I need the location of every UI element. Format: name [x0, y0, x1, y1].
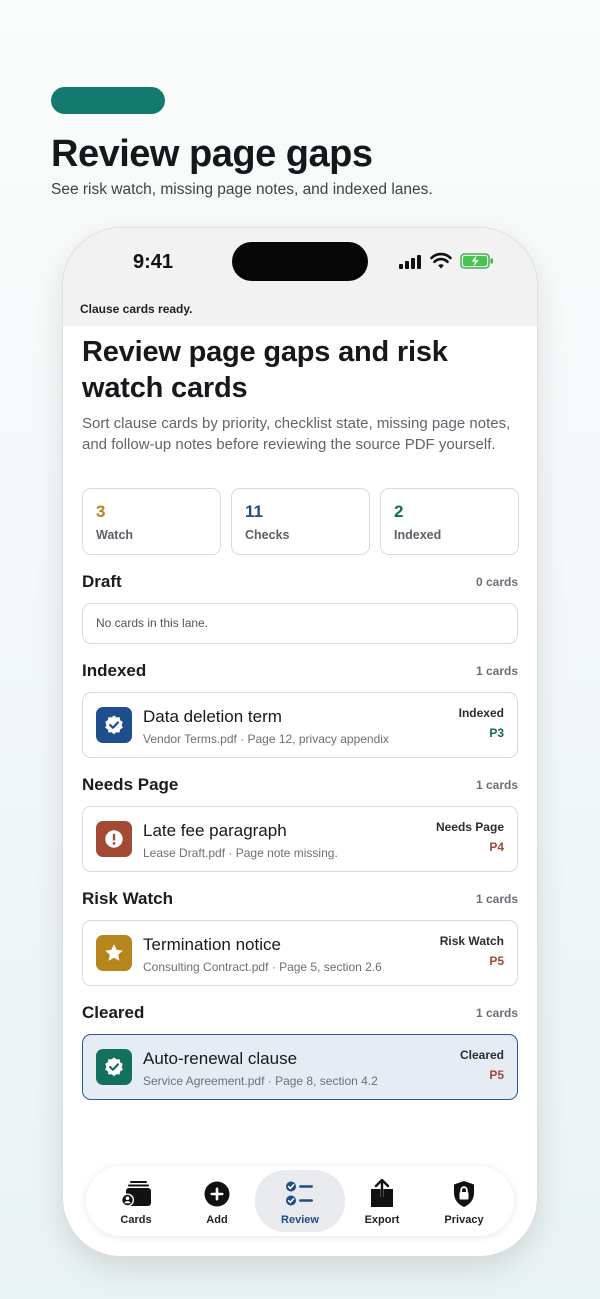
stat-value: 3 [96, 502, 106, 521]
card-priority: P4 [489, 840, 504, 854]
section-indexed: Indexed 1 cards Data deletion term Vendo… [82, 660, 518, 758]
page-header: Review page gaps and risk watch cards So… [82, 334, 518, 455]
clause-card-termination-notice[interactable]: Termination notice Consulting Contract.p… [82, 920, 518, 986]
status-message: Clause cards ready. [80, 302, 193, 316]
status-bar: 9:41 Clause cards ready. [63, 228, 537, 326]
wifi-icon [430, 252, 452, 269]
section-count: 1 cards [475, 892, 518, 906]
card-status: Indexed [458, 706, 504, 720]
tab-label: Cards [120, 1214, 152, 1226]
stat-label: Indexed [394, 528, 442, 542]
card-title: Auto-renewal clause [143, 1049, 298, 1068]
alert-icon [96, 821, 132, 857]
status-time: 9:41 [133, 251, 174, 273]
page-description: Sort clause cards by priority, checklist… [82, 415, 511, 453]
phone-frame: 9:41 Clause cards ready. Review page gap… [63, 228, 537, 1256]
section-title: Risk Watch [82, 889, 174, 908]
empty-lane-card: No cards in this lane. [82, 603, 518, 644]
promo-pill [51, 87, 165, 114]
card-status: Cleared [459, 1048, 504, 1062]
tab-add[interactable]: Add [172, 1170, 262, 1232]
section-count: 1 cards [475, 664, 518, 678]
share-icon [367, 1179, 397, 1209]
card-title: Data deletion term [143, 707, 282, 726]
section-title: Indexed [82, 661, 147, 680]
cards-icon [121, 1179, 151, 1209]
card-priority: P3 [489, 726, 504, 740]
section-count: 0 cards [475, 575, 518, 589]
promo-title: Review page gaps [51, 133, 373, 175]
verified-check-icon [96, 1049, 132, 1085]
card-subtitle: Consulting Contract.pdf · Page 5, sectio… [143, 960, 382, 974]
card-status: Risk Watch [439, 934, 504, 948]
section-needs-page: Needs Page 1 cards Late fee paragraph Le… [82, 774, 518, 872]
page-title: Review page gaps and risk watch cards [82, 336, 448, 404]
tab-privacy[interactable]: Privacy [419, 1170, 509, 1232]
tab-label: Export [364, 1214, 400, 1226]
clause-card-data-deletion[interactable]: Data deletion term Vendor Terms.pdf · Pa… [82, 692, 518, 758]
card-status: Needs Page [435, 820, 504, 834]
lock-shield-icon [449, 1179, 479, 1209]
dynamic-island [232, 242, 368, 281]
card-priority: P5 [489, 954, 504, 968]
stats-row: 3 Watch 11 Checks 2 Indexed [82, 488, 519, 555]
tab-export[interactable]: Export [337, 1170, 427, 1232]
card-subtitle: Service Agreement.pdf · Page 8, section … [143, 1074, 378, 1088]
battery-charging-icon [460, 253, 493, 269]
stat-value: 2 [394, 502, 404, 521]
tab-cards[interactable]: Cards [91, 1170, 181, 1232]
section-title: Needs Page [82, 775, 179, 794]
star-icon [96, 935, 132, 971]
card-subtitle: Lease Draft.pdf · Page note missing. [143, 846, 338, 860]
section-title: Cleared [82, 1003, 145, 1022]
verified-check-icon [96, 707, 132, 743]
tab-review[interactable]: Review [255, 1170, 345, 1232]
card-priority: P5 [489, 1068, 504, 1082]
cellular-signal-icon [399, 254, 421, 269]
section-draft: Draft 0 cards No cards in this lane. [82, 571, 518, 644]
stat-label: Checks [245, 528, 290, 542]
bottom-tab-bar: Cards Add Review Export Privacy [86, 1166, 514, 1236]
section-count: 1 cards [475, 1006, 518, 1020]
card-title: Termination notice [143, 935, 281, 954]
stat-label: Watch [96, 528, 134, 542]
tab-label: Add [206, 1214, 228, 1226]
stat-watch[interactable]: 3 Watch [82, 488, 221, 555]
stat-checks[interactable]: 11 Checks [231, 488, 370, 555]
section-count: 1 cards [475, 778, 518, 792]
checklist-icon [285, 1179, 315, 1209]
card-subtitle: Vendor Terms.pdf · Page 12, privacy appe… [143, 732, 389, 746]
stat-value: 11 [245, 502, 263, 521]
section-risk-watch: Risk Watch 1 cards Termination notice Co… [82, 888, 518, 986]
stat-indexed[interactable]: 2 Indexed [380, 488, 519, 555]
tab-label: Review [281, 1214, 319, 1226]
clause-card-late-fee[interactable]: Late fee paragraph Lease Draft.pdf · Pag… [82, 806, 518, 872]
plus-circle-icon [202, 1179, 232, 1209]
section-title: Draft [82, 572, 122, 591]
section-cleared: Cleared 1 cards Auto-renewal clause Serv… [82, 1002, 518, 1100]
clause-card-auto-renewal[interactable]: Auto-renewal clause Service Agreement.pd… [82, 1034, 518, 1100]
tab-label: Privacy [444, 1214, 484, 1226]
promo-subtitle: See risk watch, missing page notes, and … [51, 181, 433, 198]
card-title: Late fee paragraph [143, 821, 287, 840]
